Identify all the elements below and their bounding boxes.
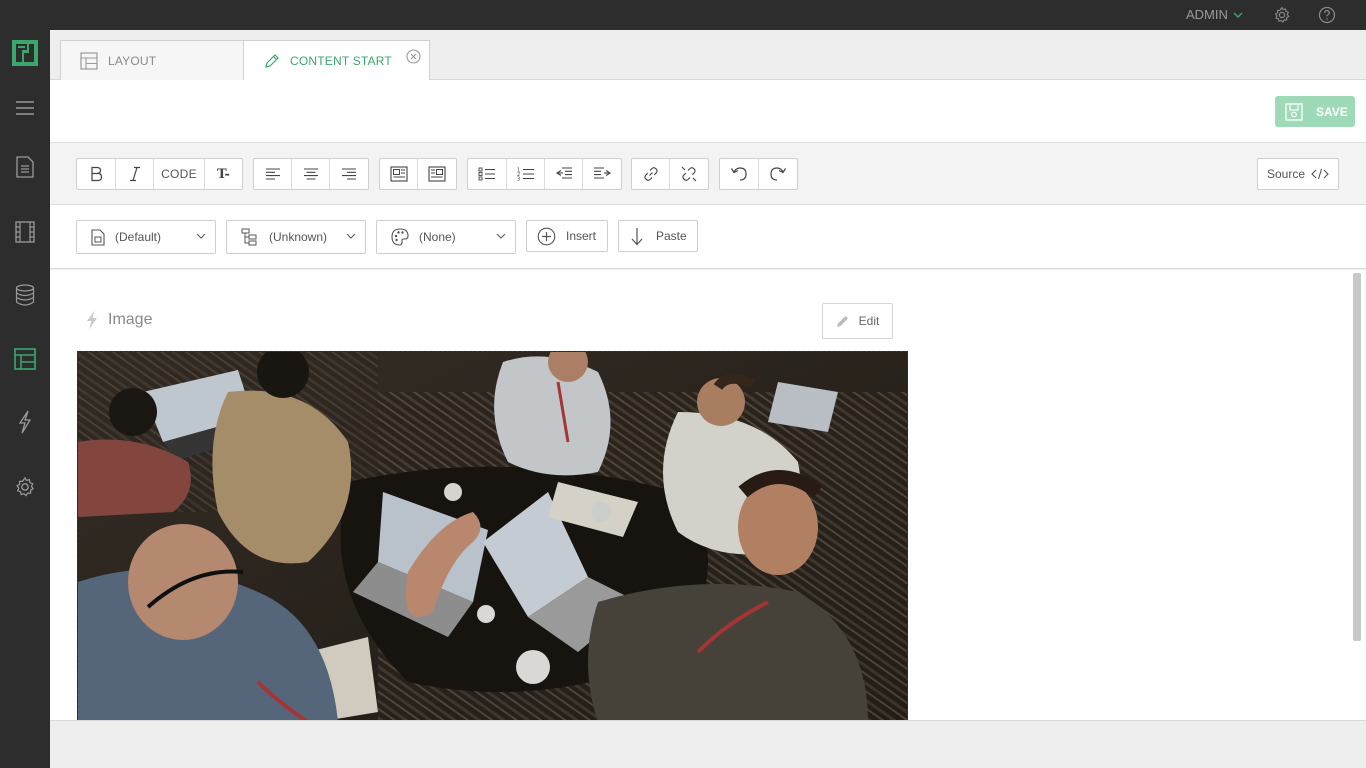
settings-icon[interactable] [13,475,37,499]
image-align-group [379,158,457,190]
style-icon [91,228,105,246]
app-logo-icon[interactable] [12,40,38,66]
gear-icon[interactable] [1273,6,1291,24]
numbered-list-button[interactable]: 123 [507,159,545,189]
align-group [253,158,369,190]
save-icon [1285,102,1303,121]
block-title: Image [108,311,153,328]
document-icon[interactable] [13,155,37,179]
help-icon[interactable] [1318,6,1336,24]
user-label: ADMIN [1186,7,1228,22]
italic-button[interactable] [116,159,154,189]
image-right-button[interactable] [418,159,456,189]
text-style-group: CODE T- [76,158,243,190]
code-brackets-icon [1311,168,1329,180]
hierarchy-icon [241,228,259,246]
meeting-photo [78,352,907,720]
scrollbar[interactable] [1353,273,1361,641]
code-button[interactable]: CODE [154,159,205,189]
pencil-icon [264,53,280,69]
save-label: SAVE [1316,104,1348,119]
edit-label: Edit [858,314,880,328]
chevron-down-icon [346,232,356,240]
user-menu[interactable]: ADMIN [1186,7,1243,22]
chevron-down-icon [1233,11,1243,19]
tab-bar: LAYOUT CONTENT START [50,30,1366,81]
clear-format-label: T- [217,166,230,182]
block-toolbar: (Default) (Unknown) (None) Insert Paste [50,205,1366,269]
format-toolbar: CODE T- 1 2 3 Source [50,142,1366,205]
content-image[interactable] [77,351,908,720]
layout-icon [80,51,98,70]
link-group [631,158,709,190]
indent-button[interactable] [583,159,621,189]
save-button[interactable]: SAVE [1275,96,1355,127]
block-header: Image [85,310,152,330]
clear-format-button[interactable]: T- [205,159,242,189]
footer-bar [50,720,1366,768]
top-bar: ADMIN [0,0,1366,30]
bold-button[interactable] [77,159,116,189]
source-label: Source [1266,167,1306,181]
structure-select[interactable]: (Unknown) [226,220,366,254]
layout-icon[interactable] [13,347,37,371]
tab-label: LAYOUT [108,53,157,68]
source-button[interactable]: Source [1257,158,1339,190]
history-group [719,158,798,190]
align-right-button[interactable] [330,159,368,189]
lightning-icon[interactable] [13,410,37,434]
palette-select[interactable]: (None) [376,220,516,254]
sidebar [0,30,50,768]
tab-content-start[interactable]: CONTENT START [243,40,430,81]
bullet-list-button[interactable] [468,159,507,189]
style-select[interactable]: (Default) [76,220,216,254]
chevron-down-icon [196,232,206,240]
structure-select-value: (Unknown) [269,230,328,244]
plus-circle-icon [537,227,556,246]
insert-label: Insert [566,229,597,243]
align-center-button[interactable] [292,159,330,189]
edit-button[interactable]: Edit [822,303,893,339]
main-panel: LAYOUT CONTENT START SAVE CODE T- 1 2 3 … [50,30,1366,768]
arrow-down-icon [631,227,643,246]
paste-label: Paste [656,229,687,243]
unlink-icon[interactable] [670,159,708,189]
svg-text:3: 3 [517,177,520,182]
palette-icon [391,228,409,246]
code-label: CODE [161,167,197,181]
paste-button[interactable]: Paste [618,220,698,252]
undo-icon[interactable] [720,159,759,189]
pencil-icon [836,314,850,328]
insert-button[interactable]: Insert [526,220,608,252]
lightning-icon [85,310,99,330]
list-group: 123 [467,158,622,190]
close-icon[interactable] [406,49,421,64]
tab-label: CONTENT START [290,54,392,68]
film-icon[interactable] [13,220,37,244]
editor-content: Image Edit [50,270,1366,720]
style-select-value: (Default) [115,230,162,244]
outdent-button[interactable] [545,159,583,189]
link-icon[interactable] [632,159,670,189]
palette-select-value: (None) [419,230,456,244]
chevron-down-icon [496,232,506,240]
image-left-button[interactable] [380,159,418,189]
redo-icon[interactable] [759,159,797,189]
database-icon[interactable] [13,283,37,307]
tab-layout[interactable]: LAYOUT [60,40,244,80]
align-left-button[interactable] [254,159,292,189]
editor-header: SAVE [50,80,1366,142]
hamburger-icon[interactable] [13,96,37,120]
